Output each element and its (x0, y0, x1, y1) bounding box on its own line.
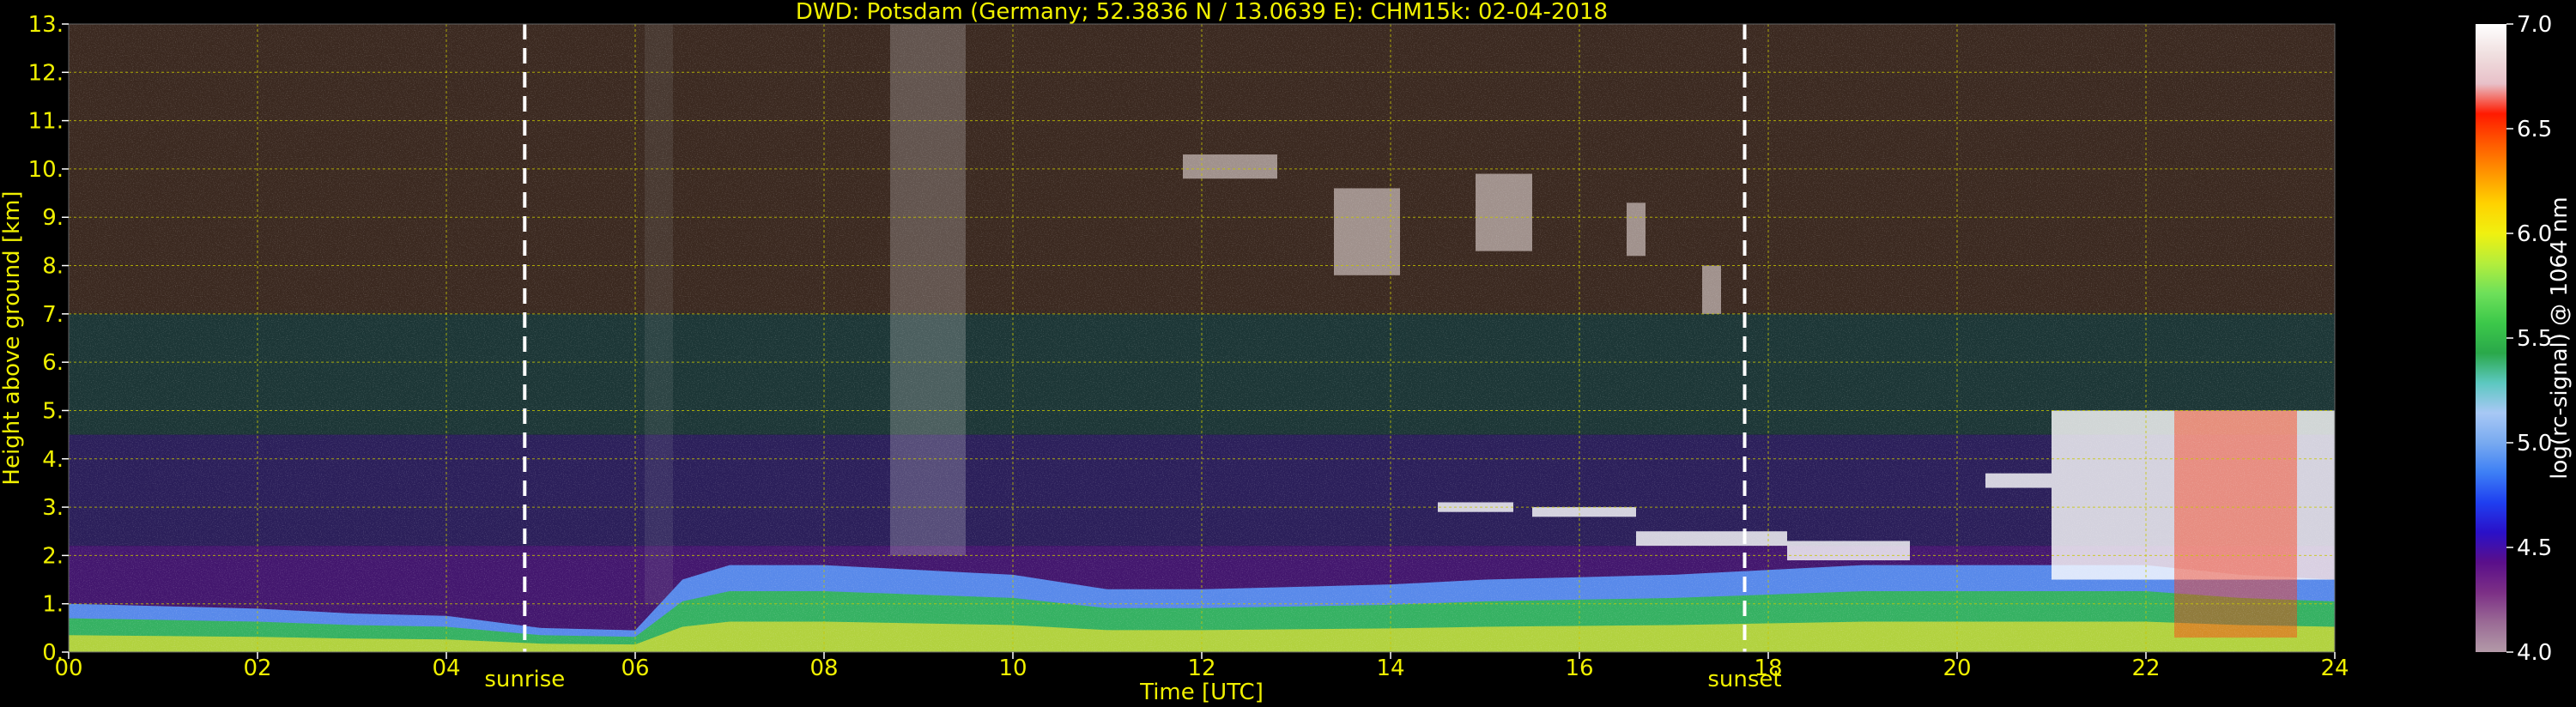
x-tick-label: 22 (2131, 656, 2160, 681)
y-tick-label: 5. (42, 398, 64, 424)
y-tick-label: 0. (42, 640, 64, 666)
x-tick-label: 10 (998, 656, 1027, 681)
y-tick-label: 2. (42, 543, 64, 569)
y-axis-label: Height above ground [km] (0, 190, 25, 485)
y-tick-label: 4. (42, 447, 64, 473)
x-tick-label: 06 (621, 656, 649, 681)
y-tick-label: 13. (28, 12, 64, 38)
x-tick-label: 04 (432, 656, 460, 681)
x-tick-label: 08 (809, 656, 838, 681)
colorbar-tick-label: 7.0 (2517, 12, 2552, 38)
x-tick-label: 16 (1565, 656, 1593, 681)
x-tick-label: 14 (1376, 656, 1404, 681)
y-tick-label: 6. (42, 350, 64, 376)
y-tick-label: 7. (42, 302, 64, 328)
y-tick-label: 10. (28, 157, 64, 183)
ceilometer-figure: DWD: Potsdam (Germany; 52.3836 N / 13.06… (0, 0, 2573, 705)
colorbar-ticks: 4.04.55.05.56.06.57.0 (2506, 12, 2552, 666)
colorbar-label: log(rc-signal) @ 1064 nm (2547, 196, 2573, 479)
y-tick-label: 8. (42, 254, 64, 280)
x-tick-label: 02 (243, 656, 271, 681)
y-tick-label: 9. (42, 205, 64, 231)
plot-area: sunrise sunset (68, 23, 2336, 692)
x-tick-label: 20 (1943, 656, 1971, 681)
sunrise-label: sunrise (484, 667, 565, 692)
colorbar-tick-label: 6.5 (2517, 117, 2552, 142)
x-tick-label: 12 (1187, 656, 1215, 681)
y-axis-ticks: 0. 1. 2. 3. 4. 5. 6. 7. 8. 9. 10. 11. 12. 13. (28, 12, 69, 666)
colorbar-tick-label: 4.0 (2517, 640, 2552, 666)
y-tick-label: 11. (28, 109, 64, 135)
y-tick-label: 1. (42, 592, 64, 618)
x-tick-label: 18 (1754, 656, 1782, 681)
colorbar-tick-label: 4.5 (2517, 535, 2552, 561)
colorbar-scale (2476, 24, 2506, 652)
x-axis-ticks: 00 02 04 06 08 10 12 14 16 18 20 22 24 (54, 652, 2349, 681)
y-tick-label: 12. (28, 60, 64, 86)
x-tick-label: 24 (2320, 656, 2349, 681)
y-tick-label: 3. (42, 495, 64, 521)
chart-title: DWD: Potsdam (Germany; 52.3836 N / 13.06… (796, 0, 1608, 25)
x-axis-label: Time [UTC] (1139, 680, 1264, 705)
colorbar: 4.04.55.05.56.06.57.0 log(rc-signal) @ 1… (2476, 12, 2573, 666)
